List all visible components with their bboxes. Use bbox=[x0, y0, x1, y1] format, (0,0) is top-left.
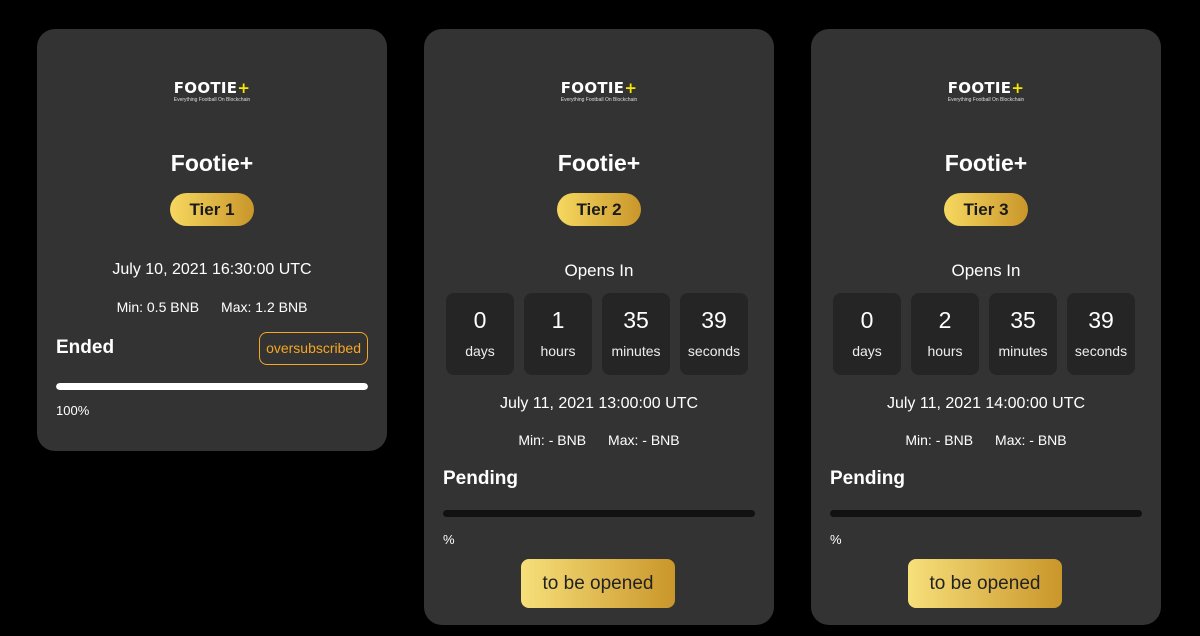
max-allocation: Max: - BNB bbox=[995, 432, 1067, 448]
pool-status: Ended bbox=[56, 337, 115, 358]
logo-plus: + bbox=[1011, 79, 1025, 97]
progress-bar bbox=[830, 510, 1142, 517]
countdown-seconds: 39 seconds bbox=[1067, 293, 1135, 375]
logo-word: FOOTIE bbox=[560, 79, 625, 97]
to-be-opened-button[interactable]: to be opened bbox=[521, 559, 675, 608]
countdown-unit: days bbox=[852, 343, 882, 359]
countdown-unit: seconds bbox=[1074, 343, 1128, 359]
countdown-minutes: 35 minutes bbox=[602, 293, 670, 375]
min-max-row: Min: - BNB Max: - BNB bbox=[811, 432, 1161, 448]
countdown-seconds: 39 seconds bbox=[680, 293, 748, 375]
pool-status: Pending bbox=[830, 468, 905, 489]
min-allocation: Min: 0.5 BNB bbox=[116, 299, 200, 315]
pool-datetime: July 11, 2021 14:00:00 UTC bbox=[886, 395, 1086, 412]
countdown-unit: seconds bbox=[687, 343, 741, 359]
min-allocation: Min: - BNB bbox=[518, 432, 587, 448]
logo-tagline: Everything Football On Blockchain bbox=[560, 97, 638, 103]
logo-plus: + bbox=[237, 79, 251, 97]
countdown-days: 0 days bbox=[446, 293, 514, 375]
progress-bar bbox=[56, 383, 368, 390]
pool-card-tier-3: FOOTIE+ Everything Football On Blockchai… bbox=[811, 29, 1161, 625]
min-allocation: Min: - BNB bbox=[905, 432, 974, 448]
countdown-value: 39 bbox=[1088, 307, 1114, 333]
countdown: 0 days 1 hours 35 minutes 39 seconds bbox=[446, 293, 748, 375]
countdown-value: 35 bbox=[1010, 307, 1036, 333]
logo-tagline: Everything Football On Blockchain bbox=[947, 97, 1025, 103]
tier-badge: Tier 1 bbox=[170, 193, 254, 226]
project-name: Footie+ bbox=[557, 150, 641, 176]
opens-in-label: Opens In bbox=[564, 261, 634, 280]
footie-logo: FOOTIE+ Everything Football On Blockchai… bbox=[424, 80, 774, 103]
progress-percent: % bbox=[443, 532, 455, 547]
logo-plus: + bbox=[624, 79, 638, 97]
pool-card-tier-2: FOOTIE+ Everything Football On Blockchai… bbox=[424, 29, 774, 625]
progress-percent: % bbox=[830, 532, 842, 547]
countdown-value: 0 bbox=[860, 307, 874, 333]
pool-card-tier-1: FOOTIE+ Everything Football On Blockchai… bbox=[37, 29, 387, 451]
tier-badge: Tier 3 bbox=[944, 193, 1028, 226]
countdown-unit: days bbox=[465, 343, 495, 359]
countdown-minutes: 35 minutes bbox=[989, 293, 1057, 375]
countdown-unit: minutes bbox=[998, 343, 1048, 359]
countdown-hours: 2 hours bbox=[911, 293, 979, 375]
pool-datetime: July 10, 2021 16:30:00 UTC bbox=[112, 261, 312, 278]
progress-bar bbox=[443, 510, 755, 517]
countdown-value: 2 bbox=[938, 307, 952, 333]
countdown-unit: minutes bbox=[611, 343, 661, 359]
logo-word: FOOTIE bbox=[947, 79, 1012, 97]
countdown-value: 1 bbox=[551, 307, 565, 333]
pool-datetime: July 11, 2021 13:00:00 UTC bbox=[499, 395, 699, 412]
progress-percent: 100% bbox=[56, 403, 90, 418]
countdown-value: 39 bbox=[701, 307, 727, 333]
footie-logo: FOOTIE+ Everything Football On Blockchai… bbox=[37, 80, 387, 103]
countdown-unit: hours bbox=[927, 343, 963, 359]
project-name: Footie+ bbox=[944, 150, 1028, 176]
min-max-row: Min: - BNB Max: - BNB bbox=[424, 432, 774, 448]
footie-logo: FOOTIE+ Everything Football On Blockchai… bbox=[811, 80, 1161, 103]
min-max-row: Min: 0.5 BNB Max: 1.2 BNB bbox=[37, 299, 387, 315]
pool-status: Pending bbox=[443, 468, 518, 489]
project-name: Footie+ bbox=[170, 150, 254, 176]
countdown-value: 35 bbox=[623, 307, 649, 333]
max-allocation: Max: - BNB bbox=[608, 432, 680, 448]
max-allocation: Max: 1.2 BNB bbox=[221, 299, 308, 315]
countdown-unit: hours bbox=[540, 343, 576, 359]
opens-in-label: Opens In bbox=[951, 261, 1021, 280]
countdown-hours: 1 hours bbox=[524, 293, 592, 375]
countdown: 0 days 2 hours 35 minutes 39 seconds bbox=[833, 293, 1135, 375]
tier-badge: Tier 2 bbox=[557, 193, 641, 226]
progress-fill bbox=[56, 383, 368, 390]
countdown-value: 0 bbox=[473, 307, 487, 333]
logo-word: FOOTIE bbox=[173, 79, 238, 97]
logo-tagline: Everything Football On Blockchain bbox=[173, 97, 251, 103]
oversubscribed-badge: oversubscribed bbox=[259, 332, 368, 365]
to-be-opened-button[interactable]: to be opened bbox=[908, 559, 1062, 608]
countdown-days: 0 days bbox=[833, 293, 901, 375]
